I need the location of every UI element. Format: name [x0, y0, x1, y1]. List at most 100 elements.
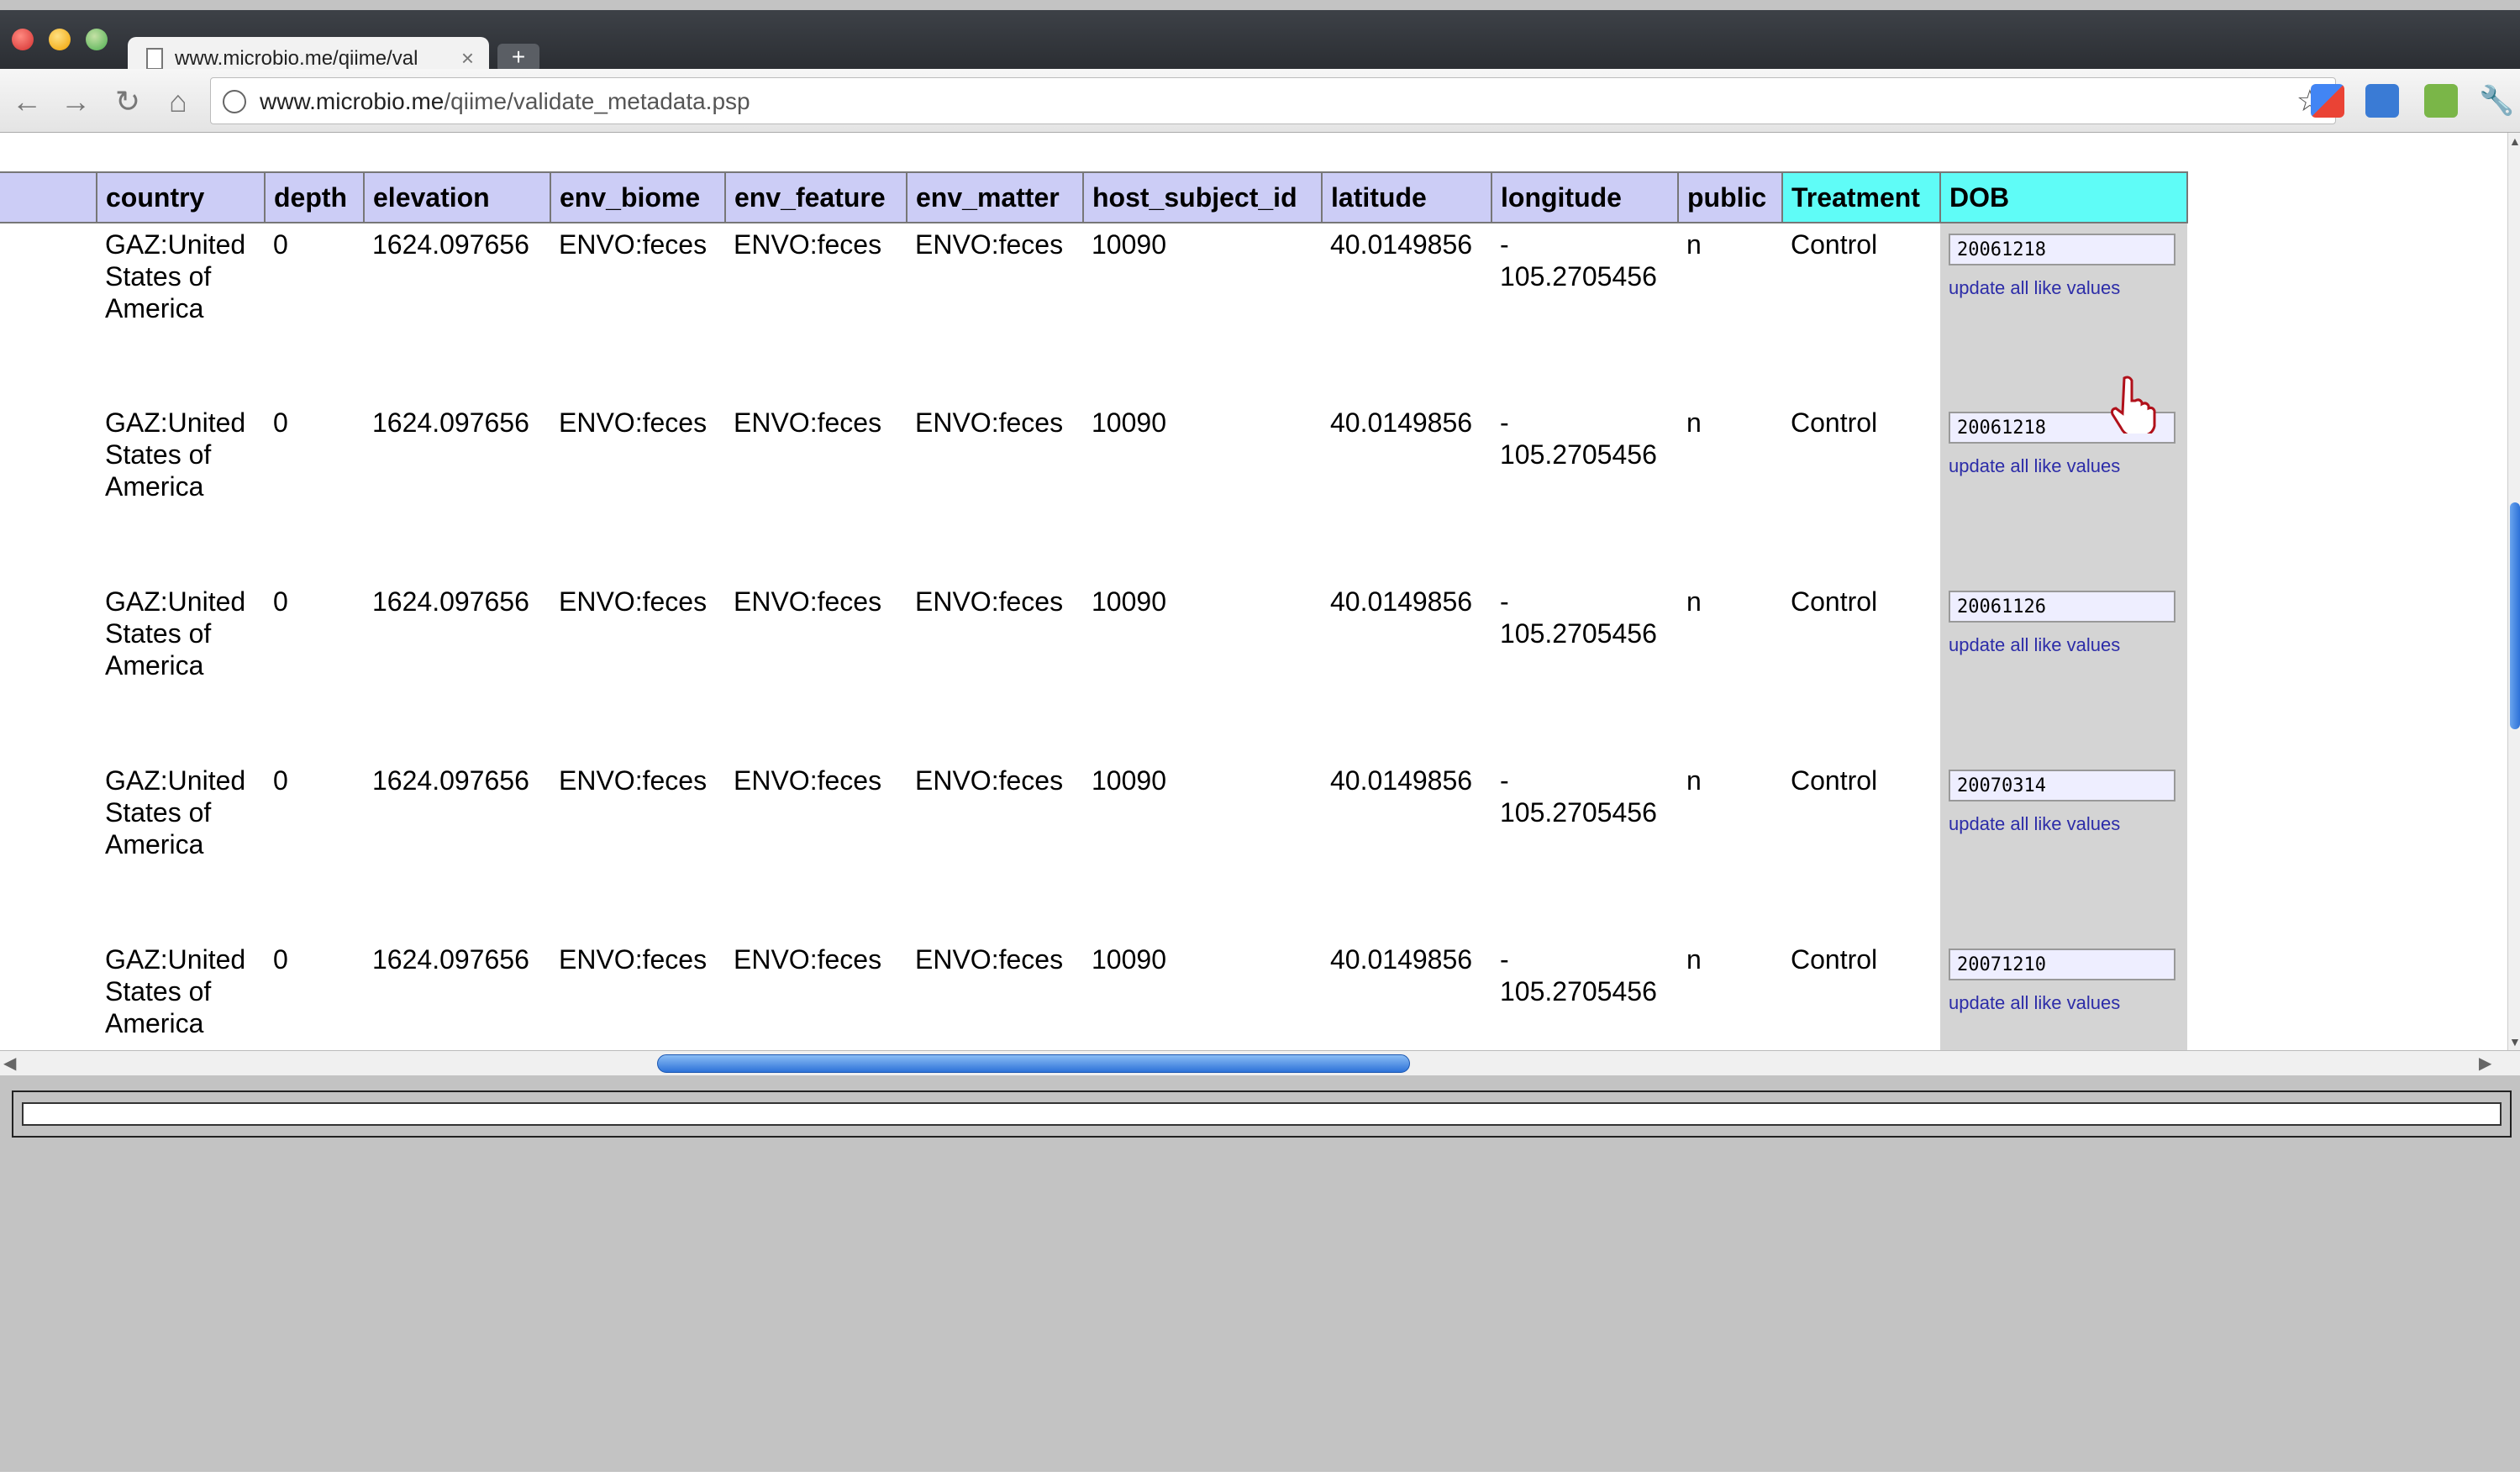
longitude-sign: - — [1500, 229, 1509, 260]
forward-icon[interactable]: → — [59, 84, 92, 119]
dob-cell: update all like values — [1940, 759, 2187, 938]
vertical-scrollbar[interactable]: ▲ ▼ — [2507, 133, 2520, 1050]
header-host-subject-id: host_subject_id — [1082, 171, 1323, 223]
tab-title: www.microbio.me/qiime/val — [175, 47, 418, 70]
public-cell: n — [1686, 407, 1702, 438]
collection-date-cell — [0, 938, 97, 1050]
latitude-cell: 40.0149856 — [1330, 586, 1473, 617]
longitude-value: 105.2705456 — [1500, 618, 1657, 649]
latitude-cell: 40.0149856 — [1330, 944, 1473, 975]
host-subject-id-cell: 10090 — [1092, 586, 1166, 617]
env-matter-cell: ENVO:feces — [915, 229, 1064, 260]
close-window-button[interactable] — [12, 29, 34, 50]
env-feature-cell: ENVO:feces — [734, 765, 882, 796]
env-biome-cell: ENVO:feces — [559, 407, 708, 438]
table-header-row: n_date country depth elevation env_biome… — [0, 171, 2188, 223]
treatment-cell: Control — [1791, 765, 1878, 796]
longitude-cell: -105.2705456 — [1491, 759, 1678, 938]
minimize-window-button[interactable] — [49, 29, 71, 50]
header-depth: depth — [264, 171, 365, 223]
new-tab-button[interactable]: + — [497, 44, 539, 72]
header-collection-date: n_date — [0, 171, 97, 223]
host-subject-id-cell: 10090 — [1092, 765, 1166, 796]
update-all-like-values-link[interactable]: update all like values — [1949, 629, 2179, 661]
back-icon[interactable]: ← — [10, 84, 44, 119]
latitude-cell: 40.0149856 — [1330, 765, 1473, 796]
home-icon[interactable]: ⌂ — [161, 84, 195, 119]
elevation-cell: 1624.097656 — [372, 944, 529, 975]
dob-input[interactable] — [1949, 949, 2175, 980]
google-extension-icon[interactable] — [2311, 84, 2344, 118]
dob-cell: update all like values — [1940, 938, 2187, 1050]
country-cell: GAZ:United States of America — [105, 229, 246, 323]
bottom-panel — [12, 1090, 2512, 1138]
collection-date-cell — [0, 402, 97, 581]
reload-icon[interactable]: ↻ — [111, 84, 145, 119]
dob-cell: update all like values — [1940, 581, 2187, 759]
longitude-cell: -105.2705456 — [1491, 402, 1678, 581]
vertical-scroll-thumb[interactable] — [2510, 502, 2520, 729]
header-longitude: longitude — [1491, 171, 1679, 223]
longitude-cell: -105.2705456 — [1491, 581, 1678, 759]
treatment-cell: Control — [1791, 229, 1878, 260]
window-extension-icon[interactable] — [2365, 84, 2399, 118]
env-biome-cell: ENVO:feces — [559, 765, 708, 796]
checkmark-extension-icon[interactable] — [2424, 84, 2458, 118]
header-env-biome: env_biome — [550, 171, 726, 223]
browser-toolbar: ← → ↻ ⌂ www.microbio.me/qiime/validate_m… — [0, 69, 2520, 133]
header-country: country — [96, 171, 266, 223]
horizontal-scrollbar[interactable]: ◀ ▶ — [0, 1050, 2520, 1075]
host-subject-id-cell: 10090 — [1092, 229, 1166, 260]
treatment-cell: Control — [1791, 944, 1878, 975]
address-bar[interactable]: www.microbio.me/qiime/validate_metadata.… — [210, 77, 2336, 124]
latitude-cell: 40.0149856 — [1330, 229, 1473, 260]
wrench-icon[interactable]: 🔧 — [2479, 84, 2514, 118]
host-subject-id-cell: 10090 — [1092, 944, 1166, 975]
horizontal-scroll-thumb[interactable] — [657, 1054, 1410, 1073]
longitude-cell: -105.2705456 — [1491, 223, 1678, 402]
dob-input[interactable] — [1949, 234, 2175, 265]
treatment-cell: Control — [1791, 407, 1878, 438]
table-row: GAZ:United States of America 0 1624.0976… — [0, 759, 2187, 938]
table-row: GAZ:United States of America 0 1624.0976… — [0, 402, 2187, 581]
update-all-like-values-link[interactable]: update all like values — [1949, 987, 2179, 1019]
table-row: GAZ:United States of America 0 1624.0976… — [0, 938, 2187, 1050]
scroll-down-arrow-icon[interactable]: ▼ — [2509, 1035, 2520, 1048]
env-matter-cell: ENVO:feces — [915, 944, 1064, 975]
scroll-right-arrow-icon[interactable]: ▶ — [2479, 1053, 2491, 1074]
update-all-like-values-link[interactable]: update all like values — [1949, 808, 2179, 840]
url-text: www.microbio.me/qiime/validate_metadata.… — [260, 88, 750, 114]
longitude-value: 105.2705456 — [1500, 797, 1657, 828]
update-all-like-values-link[interactable]: update all like values — [1949, 450, 2179, 482]
table-row: GAZ:United States of America 0 1624.0976… — [0, 223, 2187, 402]
depth-cell: 0 — [273, 407, 288, 438]
bottom-text-field[interactable] — [22, 1102, 2502, 1126]
collection-date-cell — [0, 759, 97, 938]
zoom-window-button[interactable] — [86, 29, 108, 50]
collection-date-cell — [0, 581, 97, 759]
public-cell: n — [1686, 765, 1702, 796]
country-cell: GAZ:United States of America — [105, 944, 246, 1038]
longitude-cell: -105.2705456 — [1491, 938, 1678, 1050]
bottom-edge — [0, 1472, 2520, 1482]
elevation-cell: 1624.097656 — [372, 765, 529, 796]
update-all-like-values-link[interactable]: update all like values — [1949, 272, 2179, 304]
elevation-cell: 1624.097656 — [372, 407, 529, 438]
dob-input[interactable] — [1949, 770, 2175, 801]
env-biome-cell: ENVO:feces — [559, 586, 708, 617]
depth-cell: 0 — [273, 229, 288, 260]
scroll-up-arrow-icon[interactable]: ▲ — [2509, 134, 2520, 148]
page-viewport: n_date country depth elevation env_biome… — [0, 133, 2507, 1050]
env-feature-cell: ENVO:feces — [734, 229, 882, 260]
metadata-table: n_date country depth elevation env_biome… — [0, 171, 2188, 1050]
scroll-left-arrow-icon[interactable]: ◀ — [3, 1053, 16, 1074]
close-icon[interactable]: × — [461, 45, 474, 71]
window-titlebar: www.microbio.me/qiime/val × + — [0, 10, 2520, 81]
env-matter-cell: ENVO:feces — [915, 407, 1064, 438]
env-biome-cell: ENVO:feces — [559, 944, 708, 975]
header-dob: DOB — [1939, 171, 2188, 223]
dob-input[interactable] — [1949, 591, 2175, 623]
table-row: GAZ:United States of America 0 1624.0976… — [0, 581, 2187, 759]
header-elevation: elevation — [363, 171, 551, 223]
env-matter-cell: ENVO:feces — [915, 765, 1064, 796]
